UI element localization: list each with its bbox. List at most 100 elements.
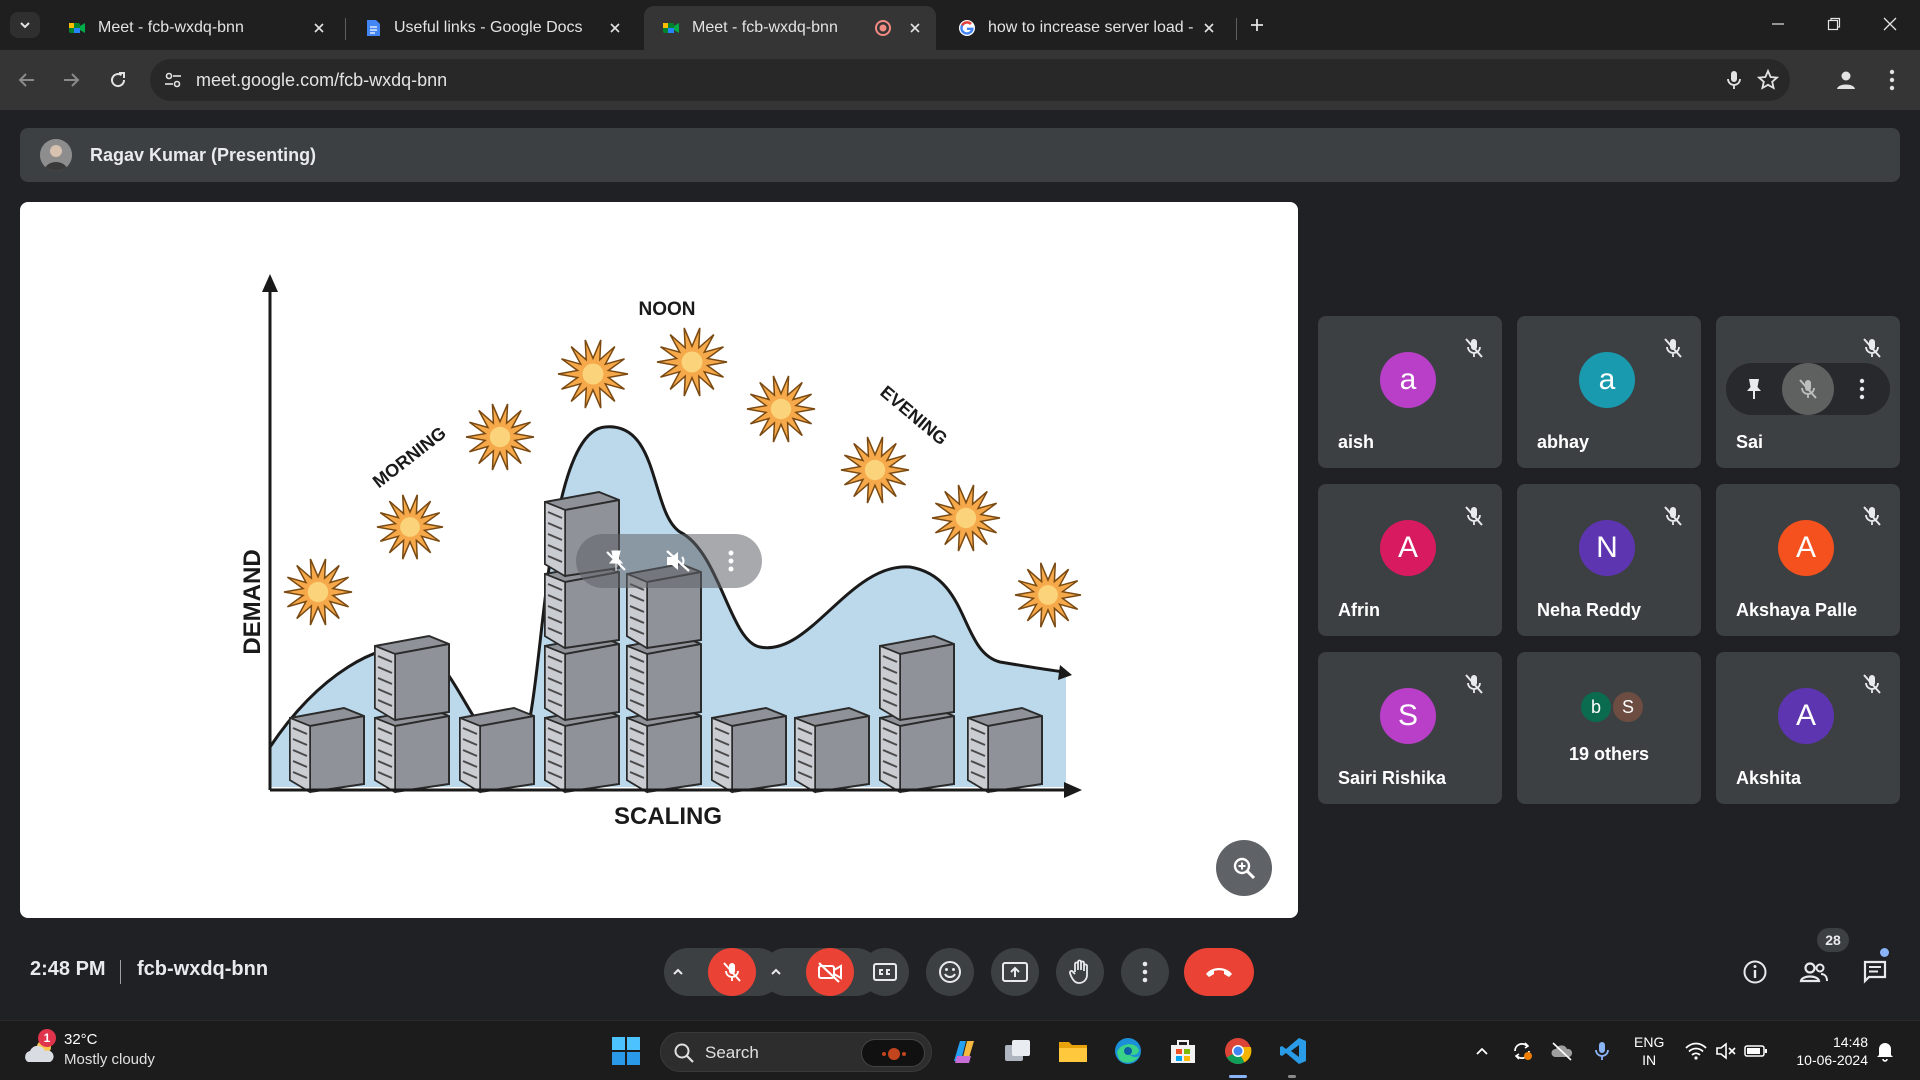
address-bar[interactable]: meet.google.com/fcb-wxdq-bnn xyxy=(150,59,1790,101)
participant-tile[interactable]: A Afrin xyxy=(1318,484,1502,636)
others-tile[interactable]: b S 19 others xyxy=(1517,652,1701,804)
participant-name: Sairi Rishika xyxy=(1338,768,1447,788)
close-icon[interactable] xyxy=(606,19,624,37)
participant-tile[interactable]: a aish xyxy=(1318,316,1502,468)
sync-icon xyxy=(1514,1042,1532,1060)
start-button[interactable] xyxy=(608,1033,644,1069)
tab-docs[interactable]: Useful links - Google Docs xyxy=(346,6,636,50)
participant-more-button[interactable] xyxy=(1844,371,1880,407)
camera-options-button[interactable] xyxy=(762,948,790,996)
tab-title: Meet - fcb-wxdq-bnn xyxy=(98,19,244,36)
reload-icon xyxy=(111,72,126,88)
url-text: meet.google.com/fcb-wxdq-bnn xyxy=(196,70,448,90)
input-language-indicator[interactable]: ENG IN xyxy=(1634,1033,1664,1069)
battery-tray-icon[interactable] xyxy=(1744,1039,1768,1063)
close-icon[interactable] xyxy=(310,19,328,37)
clock-date: 10-06-2024 xyxy=(1796,1052,1868,1068)
participant-tile[interactable]: N Neha Reddy xyxy=(1517,484,1701,636)
edge-taskbar-icon[interactable] xyxy=(1110,1033,1146,1069)
chat-button[interactable] xyxy=(1857,954,1893,990)
forward-button[interactable] xyxy=(56,65,86,95)
reactions-button[interactable] xyxy=(926,948,974,996)
participant-avatar: a xyxy=(1579,352,1635,408)
sync-tray-icon[interactable] xyxy=(1510,1039,1534,1063)
camera-toggle-button[interactable] xyxy=(806,948,854,996)
tab-search-button[interactable] xyxy=(10,12,40,38)
volume-off-icon[interactable] xyxy=(664,548,692,574)
profile-button[interactable] xyxy=(1830,64,1862,96)
close-icon[interactable] xyxy=(906,19,924,37)
participant-avatar: A xyxy=(1778,688,1834,744)
tab-meet-active[interactable]: Meet - fcb-wxdq-bnn xyxy=(644,6,936,50)
participant-name: Neha Reddy xyxy=(1537,600,1642,620)
call-end-icon xyxy=(1206,968,1232,977)
wifi-tray-icon[interactable] xyxy=(1684,1039,1708,1063)
search-highlight-image xyxy=(861,1039,925,1067)
captions-button[interactable] xyxy=(861,948,909,996)
tab-meet-1[interactable]: Meet - fcb-wxdq-bnn xyxy=(50,6,340,50)
arrow-right-icon xyxy=(64,73,80,87)
reload-button[interactable] xyxy=(103,65,133,95)
mute-participant-button[interactable] xyxy=(1782,363,1834,415)
microphone-tray-icon[interactable] xyxy=(1590,1039,1614,1063)
present-button[interactable] xyxy=(991,948,1039,996)
info-icon xyxy=(1743,960,1767,984)
new-tab-button[interactable] xyxy=(1244,12,1270,38)
meeting-code: fcb-wxdq-bnn xyxy=(137,958,269,980)
meeting-details-button[interactable] xyxy=(1737,954,1773,990)
bookmark-star-icon[interactable] xyxy=(1756,68,1780,92)
site-info-icon[interactable] xyxy=(162,69,184,91)
restore-button[interactable] xyxy=(1812,8,1856,40)
pin-button[interactable] xyxy=(1736,371,1772,407)
presentation-stage[interactable]: DEMAND SCALING MORNING NOON EVENING xyxy=(20,202,1298,918)
close-window-button[interactable] xyxy=(1868,8,1912,40)
chrome-taskbar-icon[interactable] xyxy=(1220,1033,1256,1069)
tab-google-search[interactable]: how to increase server load - G xyxy=(940,6,1230,50)
participant-name: Sai xyxy=(1736,432,1764,452)
participant-tile[interactable]: S Sairi Rishika xyxy=(1318,652,1502,804)
raise-hand-button[interactable] xyxy=(1056,948,1104,996)
participant-tile[interactable]: a abhay xyxy=(1517,316,1701,468)
taskbar-clock[interactable]: 14:48 10-06-2024 xyxy=(1788,1033,1868,1069)
file-explorer-taskbar-icon[interactable] xyxy=(1055,1033,1091,1069)
participant-tile[interactable]: Sai xyxy=(1716,316,1900,468)
zoom-button[interactable] xyxy=(1216,840,1272,896)
mic-options-button[interactable] xyxy=(664,948,692,996)
windows-logo-icon xyxy=(612,1037,640,1065)
mic-off-icon xyxy=(723,962,741,982)
volume-tray-icon[interactable] xyxy=(1714,1039,1738,1063)
notifications-button[interactable] xyxy=(1873,1039,1897,1063)
browser-menu-button[interactable] xyxy=(1876,64,1908,96)
pin-off-icon[interactable] xyxy=(603,548,629,574)
chat-notification-dot xyxy=(1880,948,1889,957)
back-button[interactable] xyxy=(12,65,42,95)
copilot-icon xyxy=(954,1041,974,1063)
taskbar-search-box[interactable]: Search xyxy=(660,1032,932,1072)
participant-name: aish xyxy=(1338,432,1375,452)
more-vert-icon[interactable] xyxy=(727,549,735,573)
scaling-label: SCALING xyxy=(614,803,722,830)
more-options-button[interactable] xyxy=(1121,948,1169,996)
microphone-icon[interactable] xyxy=(1722,68,1746,92)
participant-tile[interactable]: A Akshita xyxy=(1716,652,1900,804)
task-view-taskbar-icon[interactable] xyxy=(1000,1033,1036,1069)
server-unit xyxy=(374,634,450,722)
presenter-avatar xyxy=(40,139,72,171)
store-taskbar-icon[interactable] xyxy=(1165,1033,1201,1069)
mic-off-icon xyxy=(1860,672,1884,696)
people-button[interactable] xyxy=(1796,954,1832,990)
show-hidden-icons-button[interactable] xyxy=(1470,1039,1494,1063)
minimize-button[interactable] xyxy=(1756,8,1800,40)
tab-title: Meet - fcb-wxdq-bnn xyxy=(692,19,838,36)
task-view-icon xyxy=(1005,1040,1030,1061)
leave-call-button[interactable] xyxy=(1184,948,1254,996)
copilot-taskbar-icon[interactable] xyxy=(946,1033,982,1069)
meeting-time: 2:48 PM xyxy=(30,958,106,980)
close-icon[interactable] xyxy=(1200,19,1218,37)
participant-name: Akshita xyxy=(1736,768,1802,788)
server-unit xyxy=(879,634,955,722)
vscode-taskbar-icon[interactable] xyxy=(1275,1033,1311,1069)
participant-tile[interactable]: A Akshaya Palle xyxy=(1716,484,1900,636)
mic-toggle-button[interactable] xyxy=(708,948,756,996)
onedrive-tray-icon[interactable] xyxy=(1550,1039,1574,1063)
